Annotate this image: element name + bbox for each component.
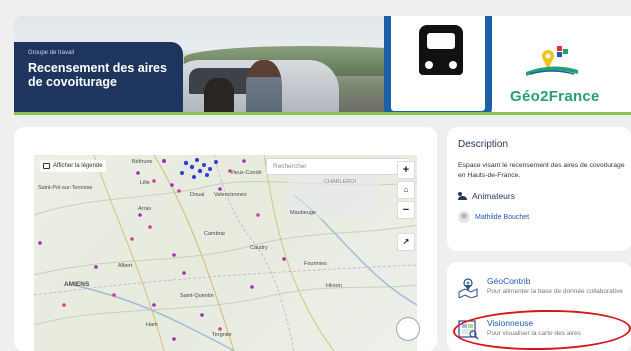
page-title: Recensement des aires de covoiturage — [28, 61, 167, 89]
map-place-label: Cambrai — [204, 231, 225, 237]
map-view[interactable]: Béthune Lille Vieux-Condé Saint-Pol-sur-… — [34, 155, 417, 351]
carpool-sign-image — [384, 16, 492, 115]
compass-icon[interactable] — [396, 317, 420, 341]
map-place-label: AMIENS — [64, 281, 90, 288]
map-place-label: Béthune — [132, 159, 153, 165]
tool-description: Pour alimenter la base de donnée collabo… — [487, 288, 623, 295]
map-search-input[interactable]: Rechercher ⋮ — [266, 158, 410, 175]
animators-label: Animateurs — [472, 191, 515, 201]
project-banner: Groupe de travail Recensement des aires … — [14, 16, 631, 115]
group-title-box: Groupe de travail Recensement des aires … — [14, 42, 183, 112]
group-label: Groupe de travail — [28, 50, 75, 56]
description-text: Espace visant le recensement des aires d… — [458, 162, 625, 179]
map-place-label: Caudry — [250, 245, 268, 251]
map-pin-icon — [458, 278, 478, 298]
tool-geocontrib[interactable]: GéoContrib Pour alimenter la base de don… — [457, 276, 627, 298]
users-icon — [458, 192, 468, 200]
logo-text: Géo2France — [510, 88, 600, 105]
animator-link[interactable]: Mathilde Bouchet — [458, 211, 631, 223]
animators-heading: Animateurs — [458, 191, 631, 201]
zoom-out-button[interactable]: − — [397, 201, 415, 219]
animator-name: Mathilde Bouchet — [475, 213, 530, 221]
show-legend-label: Afficher la légende — [53, 163, 103, 169]
map-place-label: Fourmies — [304, 261, 327, 267]
map-place-label: Valenciennes — [214, 192, 247, 198]
map-place-label: Saint-Quentin — [180, 293, 214, 299]
home-button[interactable]: ⌂ — [397, 181, 415, 199]
geo2france-logo[interactable]: Géo2France — [492, 34, 612, 114]
zoom-in-button[interactable]: + — [397, 161, 415, 179]
description-title: Description — [458, 139, 509, 150]
map-place-label: Albert — [118, 263, 133, 269]
map-search-placeholder: Rechercher — [273, 163, 307, 170]
show-legend-button[interactable]: Afficher la légende — [40, 160, 106, 172]
map-card: Béthune Lille Vieux-Condé Saint-Pol-sur-… — [14, 127, 437, 351]
description-card: Description Espace visant le recensement… — [447, 127, 631, 251]
tool-name: GéoContrib — [487, 276, 531, 286]
map-place-label: Lille — [140, 180, 150, 186]
map-place-label: Maubeuge — [290, 210, 316, 216]
legend-icon — [43, 163, 50, 169]
map-place-label: Tergnier — [212, 332, 232, 338]
map-place-label: Douai — [190, 192, 205, 198]
map-place-label: Saint-Pol-sur-Ternoise — [38, 185, 93, 191]
map-place-label: Vieux-Condé — [230, 170, 262, 176]
banner-accent-stripe — [14, 112, 631, 115]
map-place-label: Hirson — [326, 283, 342, 289]
share-button[interactable]: ↗ — [397, 233, 415, 251]
map-controls: + ⌂ − ↗ — [397, 161, 415, 253]
map-place-label: Ham — [146, 322, 158, 328]
map-place-label: Arras — [138, 206, 152, 212]
logo-icon — [526, 46, 578, 76]
avatar — [458, 211, 470, 223]
map-place-label: CHARLEROI — [324, 179, 357, 185]
